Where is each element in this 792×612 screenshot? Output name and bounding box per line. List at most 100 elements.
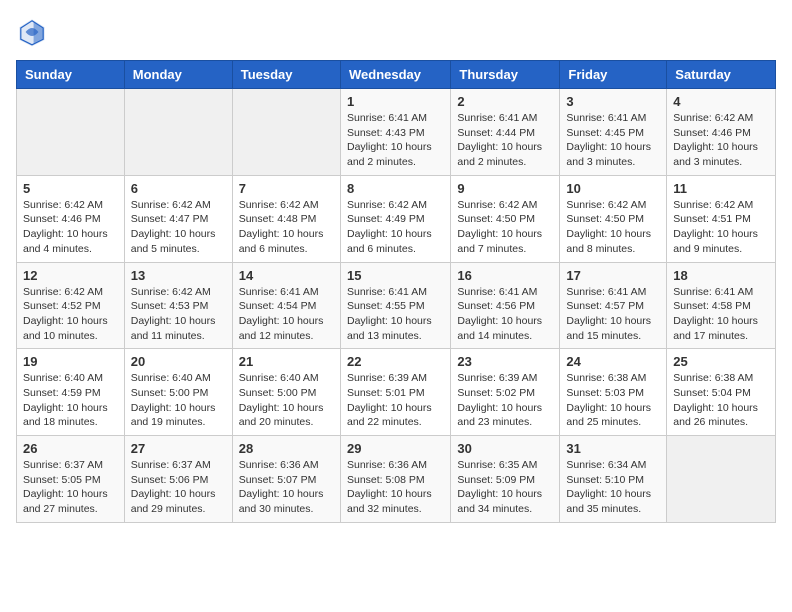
day-of-week-header: Saturday — [667, 61, 776, 89]
calendar-day-cell: 3Sunrise: 6:41 AM Sunset: 4:45 PM Daylig… — [560, 89, 667, 176]
day-number: 12 — [23, 268, 118, 283]
day-number: 13 — [131, 268, 226, 283]
calendar-day-cell: 2 Sunrise: 6:41 AM Sunset: 4:44 PM Daylig… — [451, 89, 560, 176]
calendar-day-cell: 11Sunrise: 6:42 AM Sunset: 4:51 PM Dayli… — [667, 175, 776, 262]
day-number: 10 — [566, 181, 660, 196]
day-number: 24 — [566, 354, 660, 369]
day-info: Sunrise: 6:37 AM Sunset: 5:06 PM Dayligh… — [131, 458, 226, 517]
calendar-day-cell: 29 Sunrise: 6:36 AM Sunset: 5:08 PM Dayli… — [340, 436, 450, 523]
calendar-day-cell: 13 Sunrise: 6:42 AM Sunset: 4:53 PM Dayli… — [124, 262, 232, 349]
day-number: 7 — [239, 181, 334, 196]
calendar-day-cell: 16 Sunrise: 6:41 AM Sunset: 4:56 PM Dayli… — [451, 262, 560, 349]
day-number: 20 — [131, 354, 226, 369]
day-number: 29 — [347, 441, 444, 456]
calendar-header-row: SundayMondayTuesdayWednesdayThursdayFrid… — [17, 61, 776, 89]
calendar-day-cell: 14 Sunrise: 6:41 AM Sunset: 4:54 PM Dayli… — [232, 262, 340, 349]
day-number: 4 — [673, 94, 769, 109]
calendar-day-cell — [124, 89, 232, 176]
calendar-day-cell: 7 Sunrise: 6:42 AM Sunset: 4:48 PM Daylig… — [232, 175, 340, 262]
calendar-day-cell: 8 Sunrise: 6:42 AM Sunset: 4:49 PM Daylig… — [340, 175, 450, 262]
calendar-day-cell: 9 Sunrise: 6:42 AM Sunset: 4:50 PM Daylig… — [451, 175, 560, 262]
day-number: 17 — [566, 268, 660, 283]
calendar-day-cell: 5 Sunrise: 6:42 AM Sunset: 4:46 PM Daylig… — [17, 175, 125, 262]
day-info: Sunrise: 6:42 AM Sunset: 4:53 PM Dayligh… — [131, 285, 226, 344]
day-of-week-header: Thursday — [451, 61, 560, 89]
calendar-week-row: 1 Sunrise: 6:41 AM Sunset: 4:43 PM Daylig… — [17, 89, 776, 176]
calendar-day-cell: 21 Sunrise: 6:40 AM Sunset: 5:00 PM Dayli… — [232, 349, 340, 436]
calendar-day-cell — [232, 89, 340, 176]
day-info: Sunrise: 6:42 AM Sunset: 4:47 PM Dayligh… — [131, 198, 226, 257]
day-number: 19 — [23, 354, 118, 369]
day-number: 22 — [347, 354, 444, 369]
day-number: 14 — [239, 268, 334, 283]
calendar-day-cell: 27 Sunrise: 6:37 AM Sunset: 5:06 PM Dayli… — [124, 436, 232, 523]
day-info: Sunrise: 6:41 AM Sunset: 4:57 PM Dayligh… — [566, 285, 660, 344]
day-info: Sunrise: 6:42 AM Sunset: 4:49 PM Dayligh… — [347, 198, 444, 257]
calendar-week-row: 19 Sunrise: 6:40 AM Sunset: 4:59 PM Dayli… — [17, 349, 776, 436]
day-info: Sunrise: 6:38 AM Sunset: 5:03 PM Dayligh… — [566, 371, 660, 430]
day-of-week-header: Wednesday — [340, 61, 450, 89]
day-info: Sunrise: 6:39 AM Sunset: 5:01 PM Dayligh… — [347, 371, 444, 430]
day-number: 8 — [347, 181, 444, 196]
calendar-week-row: 5 Sunrise: 6:42 AM Sunset: 4:46 PM Daylig… — [17, 175, 776, 262]
calendar-day-cell: 26 Sunrise: 6:37 AM Sunset: 5:05 PM Dayli… — [17, 436, 125, 523]
day-info: Sunrise: 6:40 AM Sunset: 4:59 PM Dayligh… — [23, 371, 118, 430]
day-info: Sunrise: 6:40 AM Sunset: 5:00 PM Dayligh… — [239, 371, 334, 430]
day-info: Sunrise: 6:42 AM Sunset: 4:48 PM Dayligh… — [239, 198, 334, 257]
day-info: Sunrise: 6:36 AM Sunset: 5:08 PM Dayligh… — [347, 458, 444, 517]
calendar-day-cell: 20 Sunrise: 6:40 AM Sunset: 5:00 PM Dayli… — [124, 349, 232, 436]
day-number: 31 — [566, 441, 660, 456]
day-info: Sunrise: 6:34 AM Sunset: 5:10 PM Dayligh… — [566, 458, 660, 517]
calendar-day-cell: 28Sunrise: 6:36 AM Sunset: 5:07 PM Dayli… — [232, 436, 340, 523]
day-number: 15 — [347, 268, 444, 283]
calendar-day-cell: 24 Sunrise: 6:38 AM Sunset: 5:03 PM Dayli… — [560, 349, 667, 436]
day-of-week-header: Sunday — [17, 61, 125, 89]
day-of-week-header: Friday — [560, 61, 667, 89]
day-info: Sunrise: 6:42 AM Sunset: 4:51 PM Dayligh… — [673, 198, 769, 257]
day-info: Sunrise: 6:42 AM Sunset: 4:50 PM Dayligh… — [457, 198, 553, 257]
calendar-day-cell — [17, 89, 125, 176]
day-info: Sunrise: 6:41 AM Sunset: 4:56 PM Dayligh… — [457, 285, 553, 344]
day-info: Sunrise: 6:39 AM Sunset: 5:02 PM Dayligh… — [457, 371, 553, 430]
calendar-day-cell: 22 Sunrise: 6:39 AM Sunset: 5:01 PM Dayli… — [340, 349, 450, 436]
calendar-day-cell: 15 Sunrise: 6:41 AM Sunset: 4:55 PM Dayli… — [340, 262, 450, 349]
calendar-day-cell: 4 Sunrise: 6:42 AM Sunset: 4:46 PM Daylig… — [667, 89, 776, 176]
day-number: 16 — [457, 268, 553, 283]
day-number: 1 — [347, 94, 444, 109]
calendar-day-cell — [667, 436, 776, 523]
day-info: Sunrise: 6:37 AM Sunset: 5:05 PM Dayligh… — [23, 458, 118, 517]
calendar-day-cell: 31 Sunrise: 6:34 AM Sunset: 5:10 PM Dayli… — [560, 436, 667, 523]
day-info: Sunrise: 6:35 AM Sunset: 5:09 PM Dayligh… — [457, 458, 553, 517]
day-number: 27 — [131, 441, 226, 456]
calendar-table: SundayMondayTuesdayWednesdayThursdayFrid… — [16, 60, 776, 523]
day-info: Sunrise: 6:42 AM Sunset: 4:46 PM Dayligh… — [673, 111, 769, 170]
calendar-day-cell: 1 Sunrise: 6:41 AM Sunset: 4:43 PM Daylig… — [340, 89, 450, 176]
calendar-day-cell: 23Sunrise: 6:39 AM Sunset: 5:02 PM Dayli… — [451, 349, 560, 436]
day-info: Sunrise: 6:40 AM Sunset: 5:00 PM Dayligh… — [131, 371, 226, 430]
calendar-day-cell: 12Sunrise: 6:42 AM Sunset: 4:52 PM Dayli… — [17, 262, 125, 349]
calendar-day-cell: 19 Sunrise: 6:40 AM Sunset: 4:59 PM Dayli… — [17, 349, 125, 436]
day-number: 18 — [673, 268, 769, 283]
day-of-week-header: Monday — [124, 61, 232, 89]
day-info: Sunrise: 6:41 AM Sunset: 4:55 PM Dayligh… — [347, 285, 444, 344]
calendar-day-cell: 6 Sunrise: 6:42 AM Sunset: 4:47 PM Daylig… — [124, 175, 232, 262]
day-number: 26 — [23, 441, 118, 456]
calendar-week-row: 26 Sunrise: 6:37 AM Sunset: 5:05 PM Dayli… — [17, 436, 776, 523]
day-number: 6 — [131, 181, 226, 196]
day-info: Sunrise: 6:41 AM Sunset: 4:44 PM Dayligh… — [457, 111, 553, 170]
calendar-day-cell: 30 Sunrise: 6:35 AM Sunset: 5:09 PM Dayli… — [451, 436, 560, 523]
calendar-day-cell: 18 Sunrise: 6:41 AM Sunset: 4:58 PM Dayli… — [667, 262, 776, 349]
day-number: 30 — [457, 441, 553, 456]
day-number: 28 — [239, 441, 334, 456]
day-number: 2 — [457, 94, 553, 109]
day-info: Sunrise: 6:42 AM Sunset: 4:46 PM Dayligh… — [23, 198, 118, 257]
day-number: 21 — [239, 354, 334, 369]
day-info: Sunrise: 6:41 AM Sunset: 4:58 PM Dayligh… — [673, 285, 769, 344]
day-info: Sunrise: 6:41 AM Sunset: 4:54 PM Dayligh… — [239, 285, 334, 344]
day-number: 9 — [457, 181, 553, 196]
calendar-day-cell: 10 Sunrise: 6:42 AM Sunset: 4:50 PM Dayli… — [560, 175, 667, 262]
day-info: Sunrise: 6:41 AM Sunset: 4:43 PM Dayligh… — [347, 111, 444, 170]
day-number: 5 — [23, 181, 118, 196]
calendar-week-row: 12Sunrise: 6:42 AM Sunset: 4:52 PM Dayli… — [17, 262, 776, 349]
day-info: Sunrise: 6:42 AM Sunset: 4:50 PM Dayligh… — [566, 198, 660, 257]
